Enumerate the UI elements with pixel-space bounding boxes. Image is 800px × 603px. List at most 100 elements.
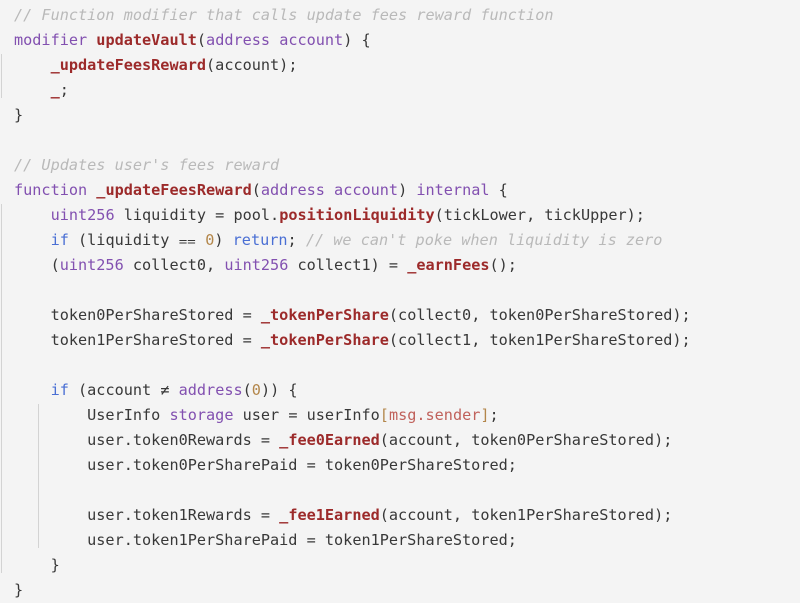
- code-token: function: [14, 181, 97, 199]
- code-token: uint256: [224, 256, 289, 274]
- code-token: _fee0Earned: [279, 431, 380, 449]
- code-line: // Function modifier that calls update f…: [14, 3, 800, 28]
- code-token: (: [14, 256, 60, 274]
- code-token: _: [50, 81, 60, 99]
- code-line: user.token1Rewards = _fee1Earned(account…: [14, 503, 800, 528]
- code-token: token0PerShareStored =: [14, 306, 261, 324]
- code-token: return: [232, 231, 288, 249]
- code-token: _updateFeesReward: [96, 181, 252, 199]
- code-token: (tickLower, tickUpper);: [434, 206, 645, 224]
- code-token: ]: [480, 406, 490, 424]
- code-token: ): [398, 181, 417, 199]
- code-token: uint256: [50, 206, 115, 224]
- code-token: _fee1Earned: [279, 506, 380, 524]
- code-line: token1PerShareStored = _tokenPerShare(co…: [14, 328, 800, 353]
- code-token: user.token0PerSharePaid = token0PerShare…: [14, 456, 517, 474]
- code-token: msg.sender: [388, 406, 481, 424]
- code-token: uint256: [59, 256, 124, 274]
- code-lines-container[interactable]: // Function modifier that calls update f…: [0, 0, 800, 603]
- code-line: user.token0Rewards = _fee0Earned(account…: [14, 428, 800, 453]
- code-token: (collect0, token0PerShareStored);: [388, 306, 691, 324]
- code-token: }: [14, 556, 60, 574]
- code-token: (account, token1PerShareStored);: [379, 506, 673, 524]
- code-line: modifier updateVault(address account) {: [14, 28, 800, 53]
- code-token: updateVault: [96, 31, 197, 49]
- code-token: positionLiquidity: [279, 206, 435, 224]
- code-token: (: [251, 181, 261, 199]
- code-line: _updateFeesReward(account);: [14, 53, 800, 78]
- code-line: user.token1PerSharePaid = token1PerShare…: [14, 528, 800, 553]
- code-token: (: [196, 31, 207, 49]
- code-token: collect1) =: [288, 256, 408, 274]
- code-token: // we can't poke when liquidity is zero: [305, 231, 663, 249]
- code-token: (account, token0PerShareStored);: [379, 431, 673, 449]
- code-line: if (liquidity ⩵ 0) return; // we can't p…: [14, 228, 800, 253]
- code-token: _earnFees: [407, 256, 490, 274]
- code-viewer: // Function modifier that calls update f…: [0, 0, 800, 599]
- code-line: uint256 liquidity = pool.positionLiquidi…: [14, 203, 800, 228]
- code-line: }: [14, 578, 800, 603]
- code-line: user.token0PerSharePaid = token0PerShare…: [14, 453, 800, 478]
- code-token: collect0,: [123, 256, 225, 274]
- code-token: user.token1PerSharePaid = token1PerShare…: [14, 531, 517, 549]
- code-token: internal: [416, 181, 490, 199]
- code-token: // Updates user's fees reward: [14, 156, 280, 174]
- indent-guide: [1, 204, 2, 573]
- code-token: (account);: [206, 56, 298, 74]
- code-line: function _updateFeesReward(address accou…: [14, 178, 800, 203]
- code-token: address: [178, 381, 243, 399]
- code-token: ): [214, 231, 233, 249]
- indent-guide: [37, 404, 39, 548]
- code-token: )) {: [260, 381, 298, 399]
- code-token: [: [379, 406, 389, 424]
- code-line: // Updates user's fees reward: [14, 153, 800, 178]
- code-token: ) {: [343, 31, 371, 49]
- code-token: (liquidity: [68, 231, 179, 249]
- code-token: // Function modifier that calls update f…: [14, 6, 554, 24]
- code-token: ;: [59, 81, 69, 99]
- code-line: _;: [14, 78, 800, 103]
- code-token: address account: [206, 31, 344, 49]
- code-line: UserInfo storage user = userInfo[msg.sen…: [14, 403, 800, 428]
- code-token: ;: [489, 406, 499, 424]
- code-token: 0: [251, 381, 261, 399]
- code-token: user.token1Rewards =: [14, 506, 280, 524]
- code-token: if: [50, 231, 69, 249]
- code-token: ;: [287, 231, 306, 249]
- code-token: (collect1, token1PerShareStored);: [388, 331, 691, 349]
- code-token: address account: [260, 181, 399, 199]
- code-token: user = userInfo: [233, 406, 380, 424]
- code-token: (: [242, 381, 252, 399]
- code-token: (account: [68, 381, 161, 399]
- code-token: }: [14, 106, 24, 124]
- code-token: ⩵: [178, 231, 197, 249]
- code-token: storage: [169, 406, 234, 424]
- code-token: user.token0Rewards =: [14, 431, 280, 449]
- code-line: }: [14, 553, 800, 578]
- code-token: _tokenPerShare: [260, 306, 389, 324]
- code-token: liquidity = pool.: [114, 206, 280, 224]
- code-line: }: [14, 103, 800, 128]
- code-token: _updateFeesReward: [50, 56, 207, 74]
- code-line: token0PerShareStored = _tokenPerShare(co…: [14, 303, 800, 328]
- code-token: modifier: [14, 31, 97, 49]
- code-token: {: [489, 181, 508, 199]
- code-token: 0: [205, 231, 215, 249]
- code-line: (uint256 collect0, uint256 collect1) = _…: [14, 253, 800, 278]
- indent-guide: [1, 54, 2, 98]
- code-token: if: [50, 381, 69, 399]
- code-token: ();: [489, 256, 517, 274]
- code-line: if (account ≠ address(0)) {: [14, 378, 800, 403]
- code-token: }: [14, 581, 24, 599]
